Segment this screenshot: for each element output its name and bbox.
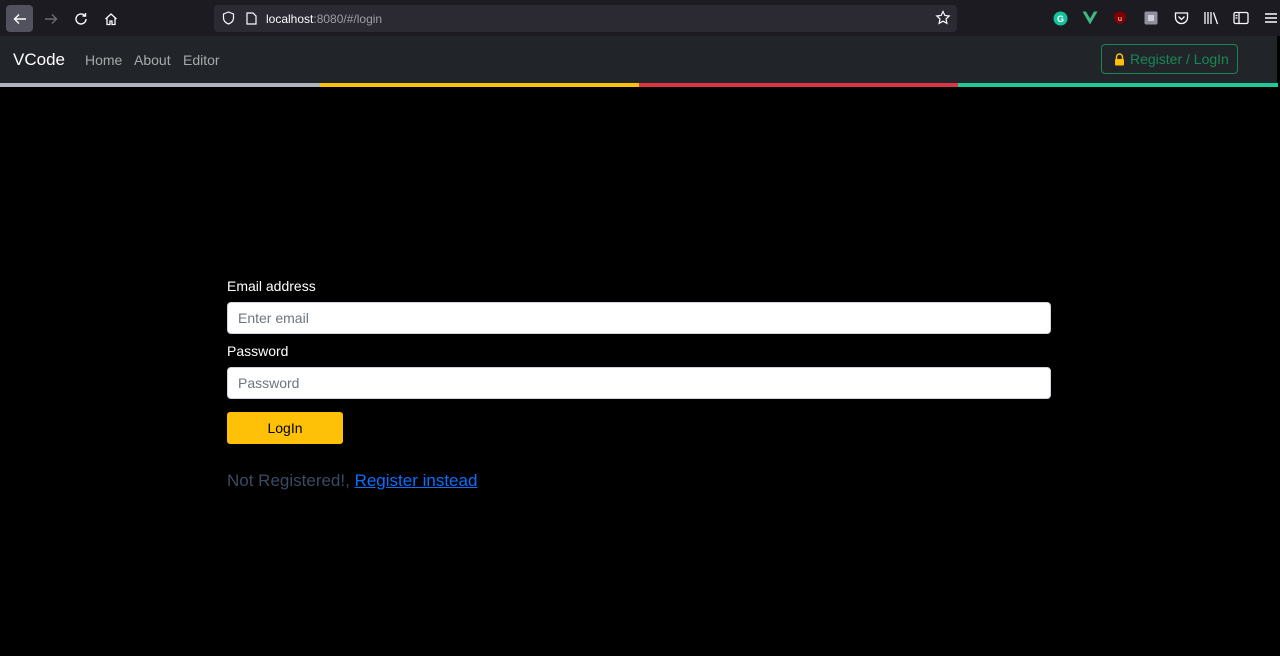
arrow-right-icon <box>44 13 57 24</box>
pocket-icon[interactable] <box>1173 10 1189 26</box>
nav-link-about[interactable]: About <box>134 52 171 68</box>
star-icon[interactable] <box>935 10 951 26</box>
home-icon <box>104 12 117 25</box>
back-button[interactable] <box>6 5 33 32</box>
email-input[interactable] <box>227 302 1051 334</box>
color-stripe-grey <box>0 83 320 87</box>
nav-link-home[interactable]: Home <box>85 52 122 68</box>
register-prompt: Not Registered!, Register instead <box>227 471 477 491</box>
grammarly-extension-icon[interactable]: G <box>1052 10 1068 26</box>
nav-link-editor[interactable]: Editor <box>183 52 220 68</box>
library-icon[interactable] <box>1203 10 1219 26</box>
vue-devtools-icon[interactable] <box>1082 10 1098 26</box>
not-registered-text: Not Registered!, <box>227 471 350 490</box>
svg-text:G: G <box>1056 14 1063 24</box>
home-button[interactable] <box>97 5 124 32</box>
password-label: Password <box>227 343 289 359</box>
register-instead-link[interactable]: Register instead <box>355 471 478 490</box>
shield-icon[interactable] <box>222 11 235 25</box>
url-path: :8080/#/login <box>313 12 383 26</box>
email-label: Email address <box>227 278 316 294</box>
brand-logo[interactable]: VCode <box>13 50 65 70</box>
address-bar[interactable]: localhost:8080/#/login <box>214 5 957 32</box>
svg-text:u: u <box>1118 16 1122 23</box>
sidebar-toggle-icon[interactable] <box>1233 10 1249 26</box>
arrow-left-icon <box>13 13 26 24</box>
page-icon[interactable] <box>246 12 257 25</box>
lock-icon <box>1114 52 1125 66</box>
hamburger-menu-icon[interactable] <box>1263 10 1279 26</box>
register-login-label: Register / LogIn <box>1130 51 1229 67</box>
extension-icon[interactable] <box>1143 10 1159 26</box>
password-input[interactable] <box>227 367 1051 399</box>
color-stripe-yellow <box>320 83 639 87</box>
forward-button[interactable] <box>37 5 64 32</box>
app-navbar: VCode Home About Editor Register / LogIn <box>0 36 1277 83</box>
browser-toolbar: localhost:8080/#/login G u <box>0 0 1280 36</box>
reload-button[interactable] <box>67 5 94 32</box>
url-text[interactable]: localhost:8080/#/login <box>266 12 382 26</box>
color-stripe-red <box>639 83 958 87</box>
reload-icon <box>74 12 87 25</box>
ublock-extension-icon[interactable]: u <box>1112 10 1128 26</box>
url-host: localhost <box>266 12 314 26</box>
color-stripe-teal <box>958 83 1278 87</box>
register-login-button[interactable]: Register / LogIn <box>1101 44 1238 74</box>
login-button[interactable]: LogIn <box>227 412 343 444</box>
